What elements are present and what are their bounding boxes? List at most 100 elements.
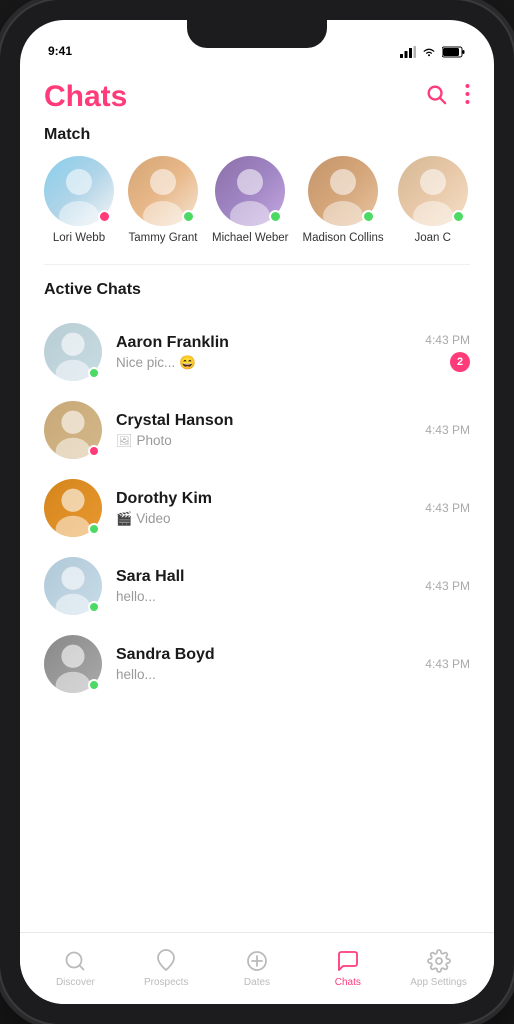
signal-icon	[400, 46, 416, 58]
phone-frame: 9:41	[0, 0, 514, 1024]
chats-section-label: Active Chats	[20, 281, 494, 313]
photo-icon: 🖼	[116, 433, 133, 449]
chat-item-dorothy[interactable]: Dorothy Kim 🎬 Video 4:43 PM	[20, 469, 494, 547]
chat-time-sandra: 4:43 PM	[425, 657, 470, 671]
chat-meta-dorothy: 4:43 PM	[425, 501, 470, 515]
chat-list: Aaron Franklin Nice pic... 😄 4:43 PM 2	[20, 313, 494, 703]
chat-avatar-sara	[44, 557, 102, 615]
chat-status-dot-dorothy	[88, 523, 100, 535]
match-item-michael[interactable]: Michael Weber	[212, 156, 289, 244]
chat-info-sandra: Sandra Boyd hello...	[116, 646, 411, 682]
chat-preview-text-sandra: hello...	[116, 667, 156, 682]
chat-item-aaron[interactable]: Aaron Franklin Nice pic... 😄 4:43 PM 2	[20, 313, 494, 391]
match-item-joan[interactable]: Joan C	[398, 156, 468, 244]
chat-info-dorothy: Dorothy Kim 🎬 Video	[116, 490, 411, 527]
chats-tab-label: Chats	[335, 977, 361, 988]
match-avatar-lori	[44, 156, 114, 226]
chat-preview-text-sara: hello...	[116, 589, 156, 604]
chat-time-crystal: 4:43 PM	[425, 423, 470, 437]
match-name-tammy: Tammy Grant	[128, 232, 197, 244]
matches-scroll: Lori Webb Tammy Grant Michael Weber	[20, 156, 494, 264]
chat-status-dot-aaron	[88, 367, 100, 379]
chat-time-aaron: 4:43 PM	[425, 333, 470, 347]
chat-item-sandra[interactable]: Sandra Boyd hello... 4:43 PM	[20, 625, 494, 703]
chat-info-crystal: Crystal Hanson 🖼 Photo	[116, 412, 411, 449]
chats-tab-icon	[336, 949, 360, 973]
chat-time-sara: 4:43 PM	[425, 579, 470, 593]
chat-preview-aaron: Nice pic... 😄	[116, 355, 411, 371]
chat-preview-text-dorothy: Video	[136, 511, 170, 526]
chat-name-dorothy: Dorothy Kim	[116, 490, 411, 508]
match-status-dot-michael	[269, 210, 282, 223]
match-status-dot-madison	[362, 210, 375, 223]
dates-tab-icon	[245, 949, 269, 973]
match-item-lori[interactable]: Lori Webb	[44, 156, 114, 244]
phone-screen: 9:41	[20, 20, 494, 1004]
chat-name-crystal: Crystal Hanson	[116, 412, 411, 430]
chat-status-dot-sara	[88, 601, 100, 613]
app-header: Chats	[20, 64, 494, 126]
chat-status-dot-sandra	[88, 679, 100, 691]
video-icon: 🎬	[116, 511, 132, 527]
unread-badge-aaron: 2	[450, 352, 470, 372]
chat-status-dot-crystal	[88, 445, 100, 457]
match-item-tammy[interactable]: Tammy Grant	[128, 156, 198, 244]
match-item-madison[interactable]: Madison Collins	[303, 156, 384, 244]
wifi-icon	[421, 46, 437, 58]
chat-time-dorothy: 4:43 PM	[425, 501, 470, 515]
tab-bar: Discover Prospects Dates Chats App Setti…	[20, 932, 494, 1004]
chat-preview-text-crystal: Photo	[137, 433, 172, 448]
search-button[interactable]	[425, 83, 447, 111]
match-name-michael: Michael Weber	[212, 232, 289, 244]
main-content: Chats	[20, 64, 494, 932]
section-divider	[44, 264, 470, 265]
match-name-joan: Joan C	[414, 232, 450, 244]
prospects-tab-label: Prospects	[144, 977, 188, 988]
chat-preview-sara: hello...	[116, 589, 411, 604]
chat-avatar-dorothy	[44, 479, 102, 537]
tab-item-chats[interactable]: Chats	[302, 949, 393, 988]
tab-item-discover[interactable]: Discover	[30, 949, 121, 988]
status-icons	[400, 46, 466, 58]
app-settings-tab-icon	[427, 949, 451, 973]
match-avatar-tammy	[128, 156, 198, 226]
chat-meta-crystal: 4:43 PM	[425, 423, 470, 437]
notch	[187, 20, 327, 48]
chat-info-aaron: Aaron Franklin Nice pic... 😄	[116, 334, 411, 371]
tab-item-dates[interactable]: Dates	[212, 949, 303, 988]
chat-meta-aaron: 4:43 PM 2	[425, 333, 470, 372]
chat-name-aaron: Aaron Franklin	[116, 334, 411, 352]
chat-preview-text-aaron: Nice pic... 😄	[116, 355, 196, 371]
chat-item-sara[interactable]: Sara Hall hello... 4:43 PM	[20, 547, 494, 625]
match-avatar-madison	[308, 156, 378, 226]
status-time: 9:41	[48, 44, 72, 58]
chat-avatar-aaron	[44, 323, 102, 381]
match-status-dot-lori	[98, 210, 111, 223]
chat-preview-sandra: hello...	[116, 667, 411, 682]
match-status-dot-joan	[452, 210, 465, 223]
discover-tab-label: Discover	[56, 977, 95, 988]
battery-icon	[442, 46, 466, 58]
prospects-tab-icon	[154, 949, 178, 973]
chat-item-crystal[interactable]: Crystal Hanson 🖼 Photo 4:43 PM	[20, 391, 494, 469]
chat-preview-dorothy: 🎬 Video	[116, 511, 411, 527]
app-settings-tab-label: App Settings	[410, 977, 467, 988]
more-options-button[interactable]	[465, 83, 470, 111]
match-section-label: Match	[20, 126, 494, 156]
header-actions	[425, 83, 470, 111]
chat-avatar-sandra	[44, 635, 102, 693]
dates-tab-label: Dates	[244, 977, 270, 988]
discover-tab-icon	[63, 949, 87, 973]
match-name-madison: Madison Collins	[303, 232, 384, 244]
tab-item-app-settings[interactable]: App Settings	[393, 949, 484, 988]
chat-meta-sandra: 4:43 PM	[425, 657, 470, 671]
match-status-dot-tammy	[182, 210, 195, 223]
match-name-lori: Lori Webb	[53, 232, 105, 244]
chat-info-sara: Sara Hall hello...	[116, 568, 411, 604]
page-title: Chats	[44, 80, 127, 114]
match-avatar-joan	[398, 156, 468, 226]
tab-item-prospects[interactable]: Prospects	[121, 949, 212, 988]
chat-name-sara: Sara Hall	[116, 568, 411, 586]
chat-name-sandra: Sandra Boyd	[116, 646, 411, 664]
match-avatar-michael	[215, 156, 285, 226]
